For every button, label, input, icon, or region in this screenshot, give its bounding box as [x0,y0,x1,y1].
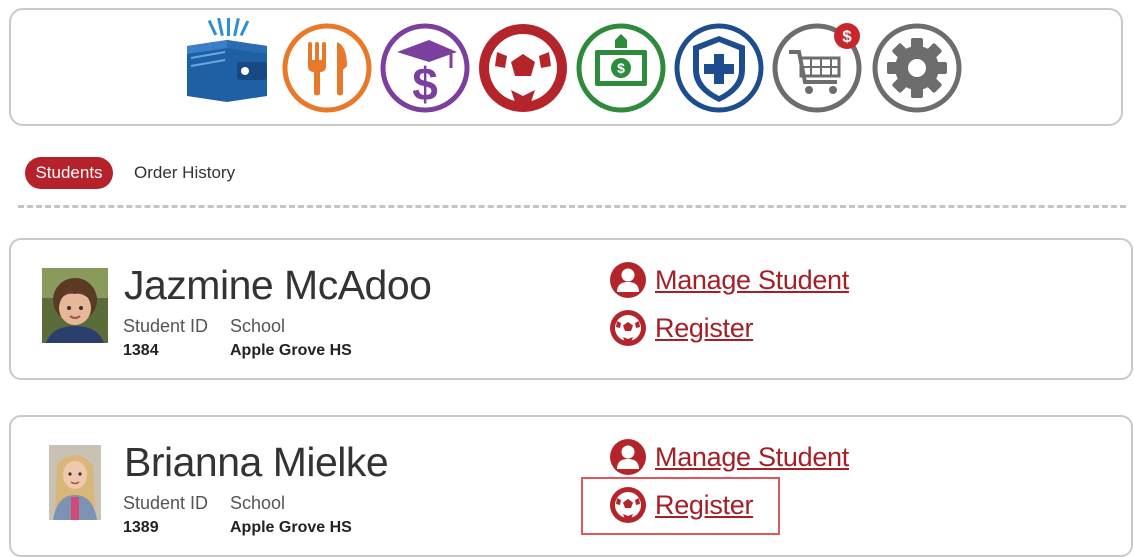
student-photo [49,445,101,520]
register-label[interactable]: Register [655,313,753,344]
register-highlight-box [581,477,780,535]
student-id-value: 1389 [123,519,159,536]
student-card: Brianna Mielke Student ID School 1389 Ap… [9,415,1133,557]
soccer-ball-icon[interactable] [477,22,569,114]
student-name: Brianna Mielke [124,439,389,485]
svg-text:$: $ [412,58,438,110]
graduation-dollar-icon[interactable]: $ [379,22,471,114]
cart-badge: $ [842,27,852,46]
school-label: School [230,316,286,336]
gear-icon[interactable] [871,22,963,114]
soccer-ball-icon [610,310,646,346]
fork-knife-icon[interactable] [281,22,373,114]
manage-student-link[interactable]: Manage Student [609,260,849,300]
student-photo [42,268,108,343]
medical-shield-icon[interactable] [673,22,765,114]
student-card: Jazmine McAdoo Student ID School 1384 Ap… [9,238,1133,380]
dashed-divider [18,205,1126,208]
user-icon [610,262,646,298]
user-icon [610,439,646,475]
shopping-cart-icon[interactable]: $ [771,22,865,114]
school-label: School [230,493,286,513]
tab-order-history[interactable]: Order History [134,157,235,189]
register-link[interactable]: Register [609,308,753,348]
money-bill-icon[interactable]: $ [575,22,667,114]
manage-student-label[interactable]: Manage Student [655,265,849,296]
manage-student-label[interactable]: Manage Student [655,442,849,473]
student-id-label: Student ID [123,316,209,336]
school-value: Apple Grove HS [230,342,352,359]
school-value: Apple Grove HS [230,519,352,536]
student-id-value: 1384 [123,342,159,359]
student-id-label: Student ID [123,493,209,513]
wallet-book-icon[interactable] [181,18,273,106]
tab-students[interactable]: Students [25,157,113,189]
svg-text:$: $ [617,60,625,76]
manage-student-link[interactable]: Manage Student [609,437,849,477]
app-icon-toolbar: $ $ $ [9,8,1123,126]
student-name: Jazmine McAdoo [124,262,432,308]
